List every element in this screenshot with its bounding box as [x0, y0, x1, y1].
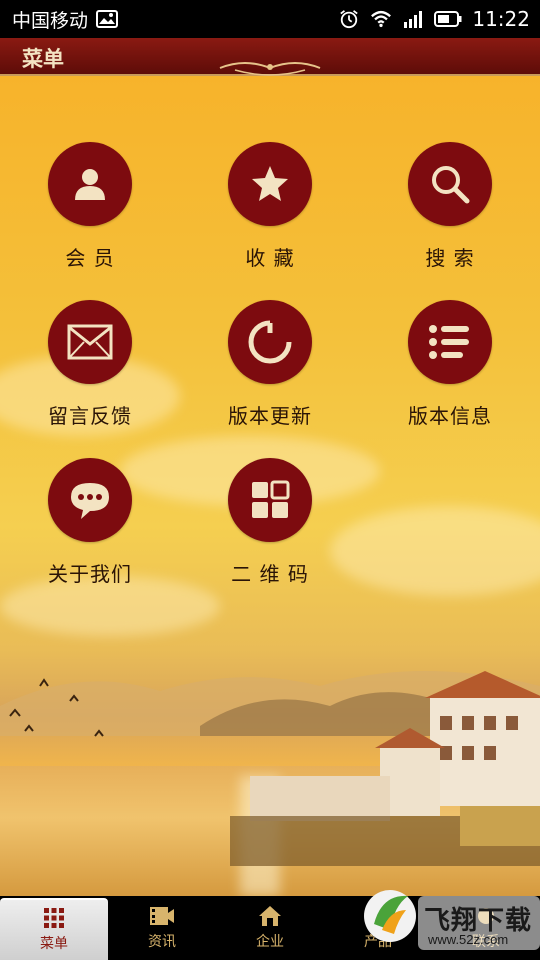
menu-item-search[interactable]: 搜 索: [370, 142, 530, 271]
menu-item-about-us[interactable]: 关于我们: [10, 458, 170, 587]
village-illustration: [230, 671, 540, 866]
birds-illustration: [9, 678, 104, 737]
menu-item-label: 搜 索: [425, 246, 475, 270]
search-icon: [432, 166, 470, 204]
tab-news[interactable]: 资讯: [108, 896, 216, 960]
list-icon: [429, 325, 469, 359]
star-icon: [252, 166, 288, 201]
status-bar: 中国移动 11:22: [0, 0, 540, 38]
signal-icon: [404, 11, 423, 28]
tab-menu[interactable]: 菜单: [0, 898, 108, 960]
tab-label: 菜单: [40, 936, 68, 952]
tab-label: 资讯: [148, 934, 176, 950]
menu-item-label: 关于我们: [48, 562, 132, 586]
menu-item-label: 收 藏: [245, 246, 295, 270]
menu-item-label: 版本更新: [228, 404, 312, 428]
mail-icon: [67, 324, 113, 360]
home-icon: [259, 906, 281, 926]
battery-icon: [434, 11, 462, 27]
page-title: 菜单: [22, 47, 64, 71]
menu-item-label: 会 员: [65, 246, 115, 270]
image-icon: [96, 10, 119, 28]
user-icon: [75, 169, 105, 200]
alarm-icon: [340, 10, 359, 29]
tab-enterprise[interactable]: 企业: [216, 896, 324, 960]
menu-item-label: 留言反馈: [48, 404, 132, 428]
clock-time: 11:22: [472, 7, 530, 31]
menu-item-label: 二 维 码: [231, 562, 309, 586]
menu-item-favorites[interactable]: 收 藏: [190, 142, 350, 271]
film-icon: [150, 907, 174, 925]
menu-item-member[interactable]: 会 员: [10, 142, 170, 271]
menu-item-qrcode[interactable]: 二 维 码: [190, 458, 350, 587]
refresh-icon: [248, 320, 292, 364]
grid-icon: [44, 908, 64, 928]
menu-item-feedback[interactable]: 留言反馈: [10, 300, 170, 429]
ornament-icon: [219, 62, 321, 76]
menu-item-version-info[interactable]: 版本信息: [370, 300, 530, 429]
qrcode-grid-icon: [252, 480, 290, 518]
chat-bubble-icon: [71, 483, 109, 519]
menu-item-label: 版本信息: [408, 404, 492, 428]
carrier-name: 中国移动: [12, 9, 89, 32]
wifi-icon: [371, 10, 392, 28]
menu-item-update[interactable]: 版本更新: [190, 300, 350, 429]
watermark-url: www.52z.com: [428, 932, 509, 947]
watermark-logo: 飞翔下载 www.52z.com: [360, 872, 540, 952]
tab-label: 企业: [256, 934, 284, 950]
title-bar: 菜单: [0, 38, 540, 76]
